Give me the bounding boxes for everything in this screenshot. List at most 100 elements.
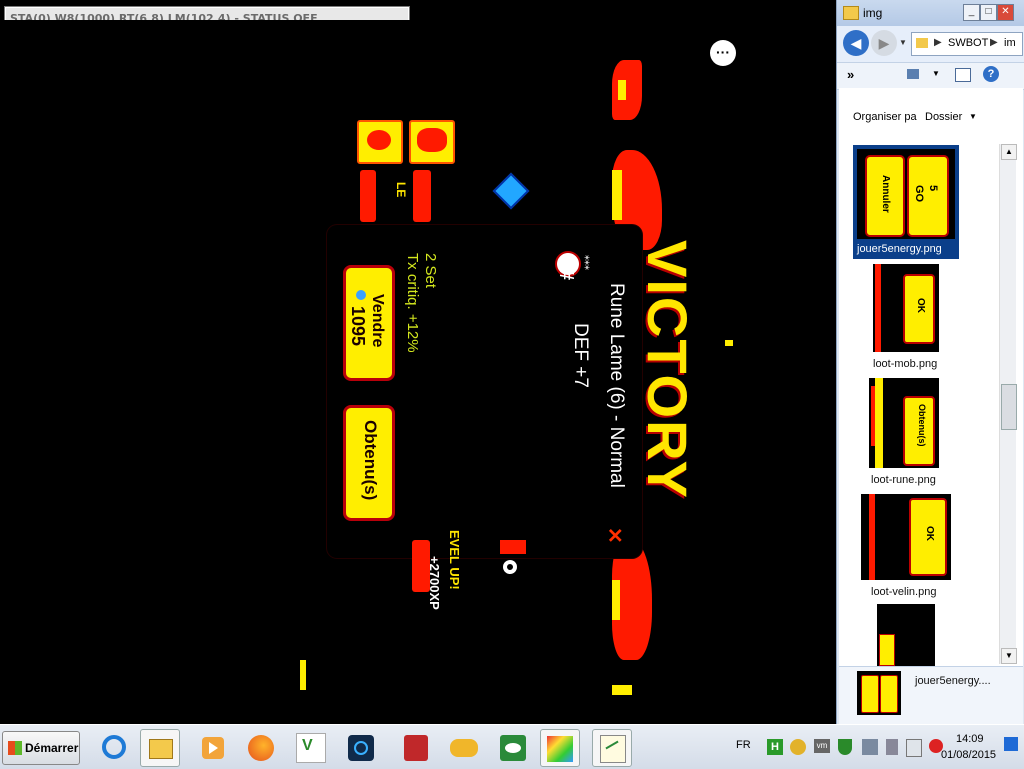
media-player-icon[interactable] [194,729,232,765]
top-strip [410,0,836,18]
tray-h-icon[interactable]: H [767,739,783,755]
crystal-icon [492,172,530,210]
rune-stars: ⁎⁎⁎ [582,255,593,270]
victory-flame [618,80,626,100]
scroll-down-arrow[interactable]: ▼ [1001,648,1017,664]
help-icon[interactable]: ? [983,66,999,82]
scrollbar[interactable]: ▲ ▼ [999,144,1017,664]
arrange-by-dropdown[interactable]: Dossier [925,111,962,123]
monster-hp-bar [360,170,376,222]
explorer-toolbar: » ▼ ? [837,62,1024,90]
start-label: Démarrer [25,741,79,755]
thumb-ok-label: OK [915,298,926,313]
start-button[interactable]: Démarrer [2,731,80,765]
thumb-ok-button: OK [909,498,947,576]
taskbar: Démarrer V FR H vm 14:09 01/08/2015 [0,724,1024,769]
breadcrumb-separator-icon: ▶ [990,37,998,48]
history-dropdown-icon[interactable]: ▼ [899,38,907,47]
file-item[interactable]: OK loot-velin.png [853,492,959,602]
tray-key-icon[interactable] [790,739,806,755]
file-thumbnail [877,604,935,666]
gamepad-app-icon[interactable] [444,729,482,765]
explorer-titlebar[interactable]: img _ □ ✕ [837,0,1024,26]
thumb-cancel-label: Annuler [880,175,891,213]
address-field[interactable]: ▶ SWBOT ▶ im [911,32,1023,56]
breadcrumb-tail[interactable]: im [1004,37,1016,49]
vlc-app-icon[interactable]: V [290,729,328,765]
thumb-obtain-label: Obtenu(s) [917,404,927,447]
victory-flame [612,170,622,220]
file-item[interactable]: Obtenu(s) loot-rune.png [853,376,959,488]
view-dropdown-icon[interactable]: ▼ [932,69,940,78]
thumb-cancel-button: Annuler [865,155,905,237]
rune-slot-icon: # [555,269,577,281]
thumb-ok-label: OK [924,526,935,541]
tray-network-icon[interactable] [862,739,878,755]
file-thumbnail: Annuler 5 GO [857,149,955,239]
tray-vm-icon[interactable]: vm [814,739,830,753]
chat-bubble-icon[interactable]: ··· [710,40,736,66]
victory-flame [612,685,632,695]
file-item-selected[interactable]: Annuler 5 GO jouer5energy.png [853,145,959,259]
thumb-obtain-button: Obtenu(s) [903,396,935,466]
robot-app-icon[interactable] [396,729,434,765]
mana-crystal-icon [356,290,366,300]
maximize-button[interactable]: □ [980,4,997,21]
file-name: jouer5energy.png [857,243,942,255]
language-indicator[interactable]: FR [736,739,751,751]
victory-flame [612,580,620,620]
side-label: LE [394,182,408,198]
vpn-app-icon[interactable] [342,729,380,765]
breadcrumb[interactable]: SWBOT [948,37,988,49]
minimize-button[interactable]: _ [963,4,980,21]
forward-button[interactable]: ▶ [871,30,897,56]
file-item[interactable] [853,604,959,666]
file-thumbnail: OK [873,264,939,352]
rune-reward-panel: ⁎⁎⁎ # Rune Lame (6) - Normal DEF +7 2 Se… [327,225,642,558]
file-thumbnail: OK [861,494,951,580]
details-file-name: jouer5energy.... [915,675,991,687]
close-icon[interactable]: ✕ [602,527,627,544]
tray-device-icon[interactable] [886,739,898,755]
victory-title: VICTORY [636,240,699,500]
image-viewer-icon[interactable] [540,729,580,767]
more-commands[interactable]: » [847,67,854,82]
clock-date[interactable]: 01/08/2015 [941,749,996,761]
monster-portrait[interactable] [357,120,403,164]
thumb-go-label: GO [913,185,925,203]
scroll-thumb[interactable] [1001,384,1017,430]
folder-icon [843,6,859,20]
windows-logo-icon [8,741,22,755]
thumb-ok-button [879,634,895,666]
internet-explorer-icon[interactable] [96,729,134,765]
back-button[interactable]: ◀ [843,30,869,56]
file-name: loot-mob.png [873,358,938,370]
preview-pane-icon[interactable] [955,68,971,82]
file-item[interactable]: OK loot-mob.png [853,262,959,372]
obtain-button[interactable]: Obtenu(s) [343,405,395,521]
sell-price: 1095 [348,306,368,347]
rune-set-info: 2 Set [422,253,439,289]
scroll-up-arrow[interactable]: ▲ [1001,144,1017,160]
firefox-icon[interactable] [242,729,280,765]
file-explorer-icon[interactable] [140,729,180,767]
close-button[interactable]: ✕ [997,4,1014,21]
victory-flame [612,60,642,120]
tray-volume-icon[interactable] [906,739,922,757]
tray-shield-icon[interactable] [838,739,852,755]
clock-time[interactable]: 14:09 [956,733,984,745]
arrange-dropdown-icon[interactable]: ▼ [969,112,977,121]
explorer-address-bar: ◀ ▶ ▼ ▶ SWBOT ▶ im [837,26,1024,62]
editor-app-icon[interactable] [592,729,632,767]
details-pane: jouer5energy.... [839,666,1023,725]
details-thumbnail [857,671,901,715]
obtain-label: Obtenu(s) [361,420,380,501]
sell-button[interactable]: Vendre 1095 [343,265,395,381]
game-viewport[interactable]: ··· VICTORY LE ⁎⁎⁎ # Rune Lame (6) - Nor… [0,20,836,724]
window-title: img [863,6,883,20]
show-desktop-button[interactable] [1004,737,1018,751]
monster-portrait[interactable] [409,120,455,164]
view-options-icon[interactable] [907,69,919,79]
eye-app-icon[interactable] [494,729,532,765]
status-dot-icon [503,560,517,574]
